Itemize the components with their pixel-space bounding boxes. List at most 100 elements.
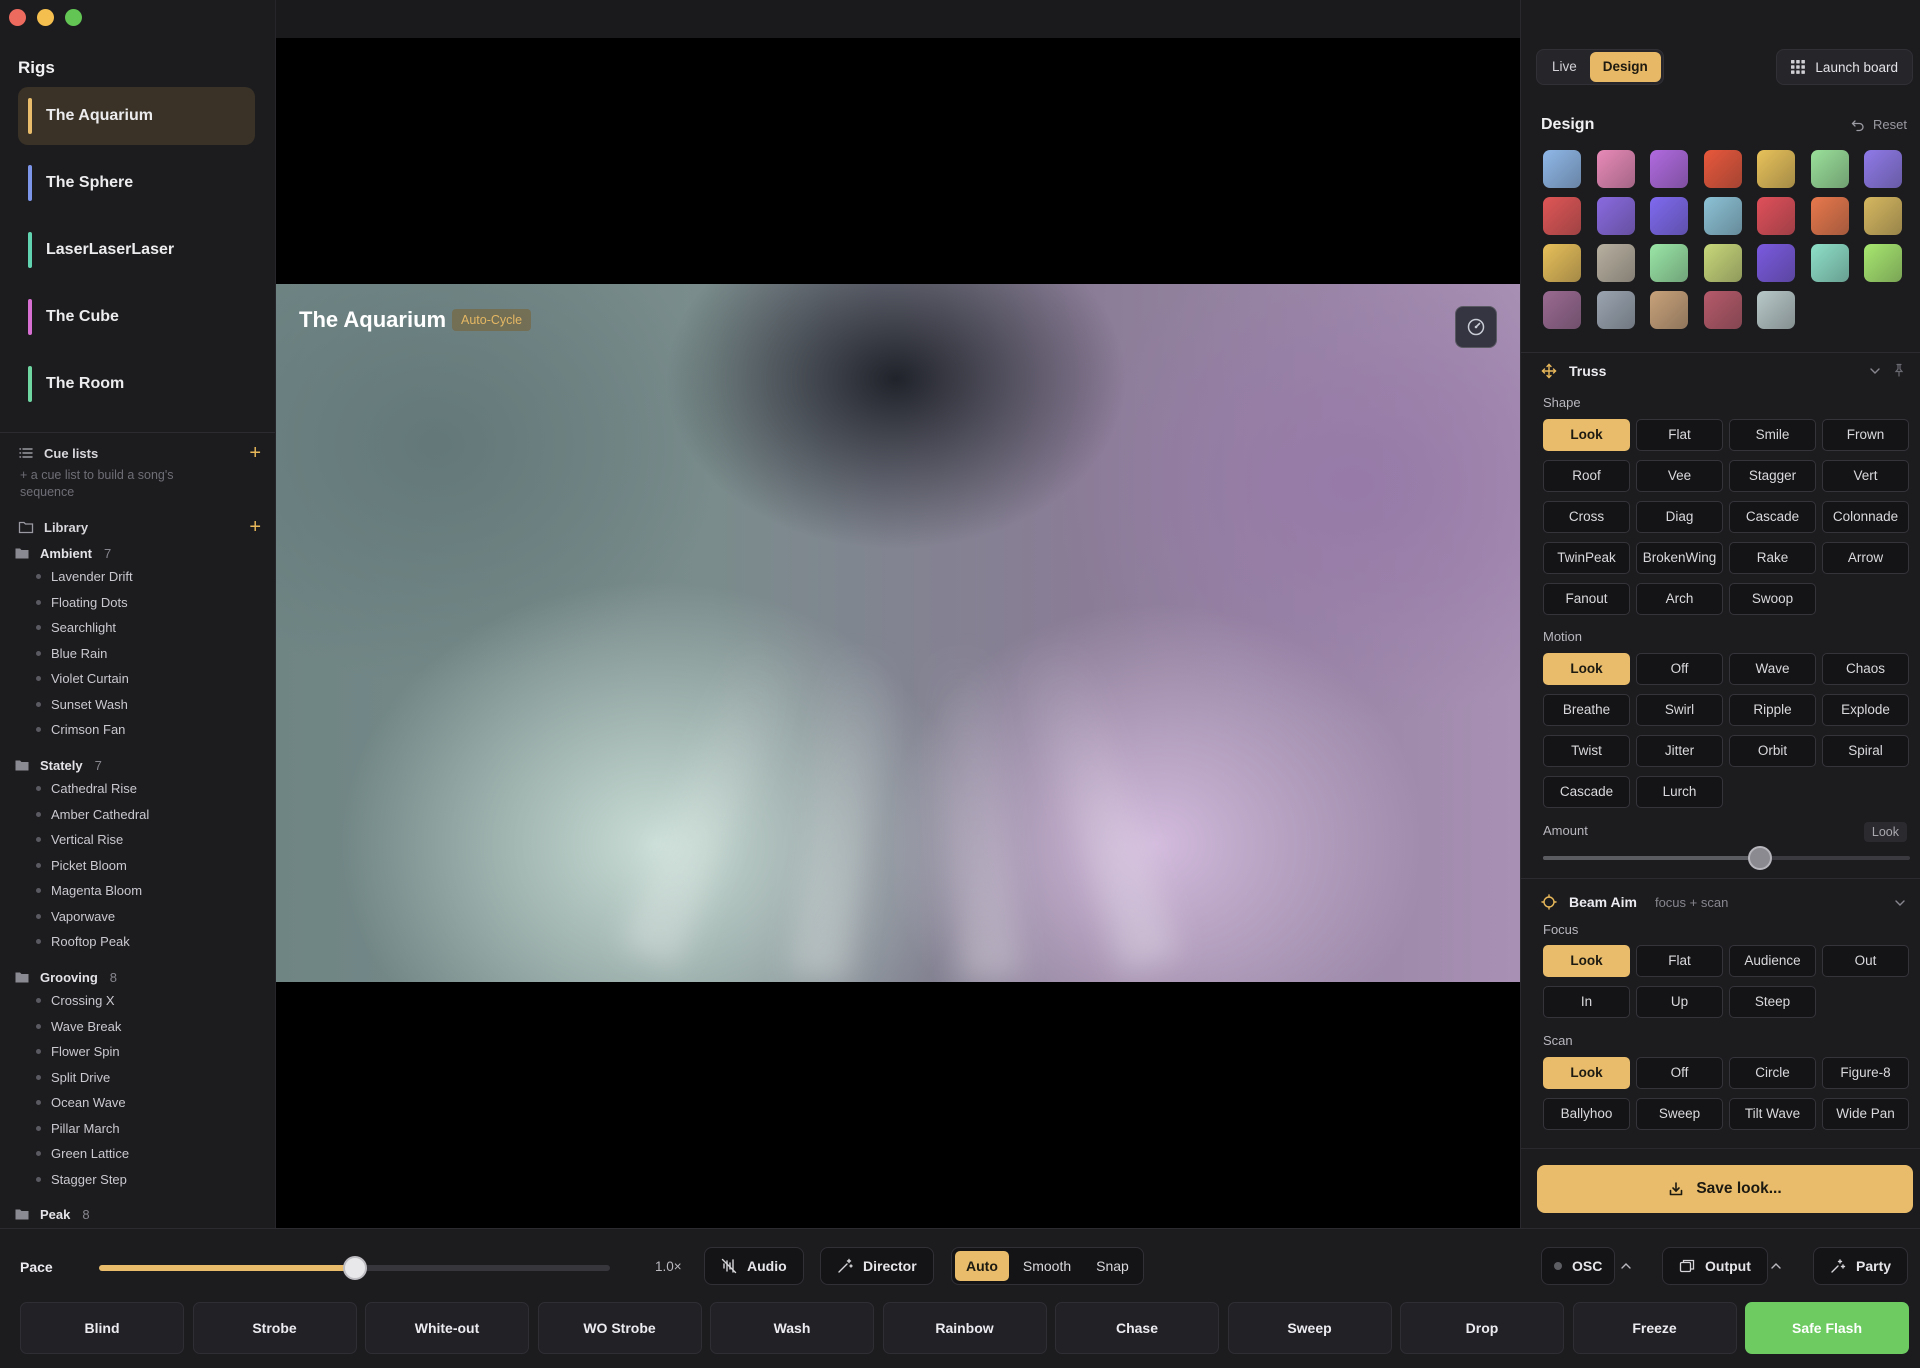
add-cue-list-button[interactable]: + bbox=[249, 443, 261, 463]
rig-item[interactable]: The Aquarium bbox=[18, 87, 255, 145]
library-item[interactable]: Picket Bloom bbox=[36, 858, 127, 873]
auto-cycle-badge[interactable]: Auto-Cycle bbox=[452, 309, 532, 331]
focus-option[interactable]: Flat bbox=[1636, 945, 1723, 977]
shape-option[interactable]: Vee bbox=[1636, 460, 1723, 492]
focus-option[interactable]: Audience bbox=[1729, 945, 1816, 977]
palette-swatch[interactable] bbox=[1596, 244, 1635, 282]
rig-item[interactable]: The Cube bbox=[18, 288, 255, 346]
shape-option[interactable]: BrokenWing bbox=[1636, 542, 1723, 574]
scan-option[interactable]: Wide Pan bbox=[1822, 1098, 1909, 1130]
scan-option[interactable]: Ballyhoo bbox=[1543, 1098, 1630, 1130]
motion-option[interactable]: Lurch bbox=[1636, 776, 1723, 808]
action-blind-button[interactable]: Blind bbox=[20, 1302, 184, 1354]
motion-option[interactable]: Spiral bbox=[1822, 735, 1909, 767]
palette-swatch[interactable] bbox=[1703, 291, 1742, 329]
action-drop-button[interactable]: Drop bbox=[1400, 1302, 1564, 1354]
motion-option[interactable]: Wave bbox=[1729, 653, 1816, 685]
palette-swatch[interactable] bbox=[1650, 244, 1688, 282]
motion-option[interactable]: Breathe bbox=[1543, 694, 1630, 726]
shape-option[interactable]: Stagger bbox=[1729, 460, 1816, 492]
add-library-button[interactable]: + bbox=[249, 517, 261, 537]
shape-option[interactable]: TwinPeak bbox=[1543, 542, 1630, 574]
mode-snap[interactable]: Snap bbox=[1085, 1251, 1140, 1281]
amount-slider-handle[interactable] bbox=[1747, 846, 1772, 870]
library-item[interactable]: Amber Cathedral bbox=[36, 807, 149, 822]
amount-slider[interactable] bbox=[1543, 846, 1910, 870]
shape-option[interactable]: Cross bbox=[1543, 501, 1630, 533]
tab-live[interactable]: Live bbox=[1539, 52, 1590, 82]
palette-swatch[interactable] bbox=[1703, 197, 1742, 235]
motion-option[interactable]: Explode bbox=[1822, 694, 1909, 726]
motion-option[interactable]: Look bbox=[1543, 653, 1630, 685]
library-item[interactable]: Sunset Wash bbox=[36, 697, 128, 712]
tab-design[interactable]: Design bbox=[1589, 52, 1661, 82]
motion-option[interactable]: Off bbox=[1636, 653, 1723, 685]
library-item[interactable]: Crimson Fan bbox=[36, 722, 125, 737]
library-item[interactable]: Split Drive bbox=[36, 1070, 110, 1085]
launch-board-button[interactable]: Launch board bbox=[1776, 49, 1913, 85]
palette-swatch[interactable] bbox=[1596, 150, 1635, 188]
shape-option[interactable]: Flat bbox=[1636, 419, 1723, 451]
focus-option[interactable]: In bbox=[1543, 986, 1630, 1018]
rig-item[interactable]: The Sphere bbox=[18, 154, 255, 212]
palette-swatch[interactable] bbox=[1757, 150, 1795, 188]
palette-swatch[interactable] bbox=[1543, 291, 1581, 329]
shape-option[interactable]: Vert bbox=[1822, 460, 1909, 492]
palette-swatch[interactable] bbox=[1650, 150, 1688, 188]
palette-swatch[interactable] bbox=[1864, 150, 1902, 188]
action-wo-strobe-button[interactable]: WO Strobe bbox=[537, 1302, 702, 1354]
palette-swatch[interactable] bbox=[1650, 197, 1688, 235]
truss-collapse-button[interactable] bbox=[1868, 364, 1882, 383]
scan-option[interactable]: Sweep bbox=[1636, 1098, 1723, 1130]
palette-swatch[interactable] bbox=[1596, 197, 1635, 235]
reset-button[interactable]: Reset bbox=[1851, 117, 1907, 132]
output-expand-button[interactable] bbox=[1759, 1247, 1793, 1285]
motion-option[interactable]: Orbit bbox=[1729, 735, 1816, 767]
palette-swatch[interactable] bbox=[1543, 150, 1581, 188]
beam-aim-collapse-button[interactable] bbox=[1893, 896, 1907, 915]
mode-smooth[interactable]: Smooth bbox=[1012, 1251, 1082, 1281]
rig-item[interactable]: LaserLaserLaser bbox=[18, 221, 255, 279]
palette-swatch[interactable] bbox=[1864, 197, 1902, 235]
zoom-window-button[interactable] bbox=[65, 9, 82, 26]
output-button[interactable]: Output bbox=[1662, 1247, 1768, 1285]
library-item[interactable]: Wave Break bbox=[36, 1019, 121, 1034]
library-group[interactable]: Peak 8 bbox=[14, 1206, 90, 1222]
shape-option[interactable]: Arrow bbox=[1822, 542, 1909, 574]
scan-option[interactable]: Figure-8 bbox=[1822, 1057, 1909, 1089]
focus-option[interactable]: Look bbox=[1543, 945, 1630, 977]
shape-option[interactable]: Smile bbox=[1729, 419, 1816, 451]
scan-option[interactable]: Circle bbox=[1729, 1057, 1816, 1089]
palette-swatch[interactable] bbox=[1864, 244, 1902, 282]
library-item[interactable]: Green Lattice bbox=[36, 1146, 129, 1161]
palette-swatch[interactable] bbox=[1703, 244, 1742, 282]
library-item[interactable]: Crossing X bbox=[36, 993, 115, 1008]
close-window-button[interactable] bbox=[9, 9, 26, 26]
library-item[interactable]: Vertical Rise bbox=[36, 832, 123, 847]
action-safe-flash-button[interactable]: Safe Flash bbox=[1745, 1302, 1909, 1354]
action-wash-button[interactable]: Wash bbox=[710, 1302, 874, 1354]
motion-option[interactable]: Jitter bbox=[1636, 735, 1723, 767]
rig-preview[interactable]: The Aquarium Auto-Cycle bbox=[276, 284, 1520, 982]
motion-option[interactable]: Twist bbox=[1543, 735, 1630, 767]
minimize-window-button[interactable] bbox=[37, 9, 54, 26]
palette-swatch[interactable] bbox=[1757, 291, 1795, 329]
focus-option[interactable]: Out bbox=[1822, 945, 1909, 977]
library-item[interactable]: Stagger Step bbox=[36, 1172, 127, 1187]
palette-swatch[interactable] bbox=[1757, 244, 1795, 282]
library-item[interactable]: Lavender Drift bbox=[36, 569, 133, 584]
action-white-out-button[interactable]: White-out bbox=[365, 1302, 529, 1354]
library-item[interactable]: Magenta Bloom bbox=[36, 883, 142, 898]
action-rainbow-button[interactable]: Rainbow bbox=[882, 1302, 1047, 1354]
osc-button[interactable]: OSC bbox=[1541, 1247, 1616, 1285]
audio-button[interactable]: Audio bbox=[704, 1247, 804, 1285]
library-item[interactable]: Cathedral Rise bbox=[36, 781, 137, 796]
library-item[interactable]: Ocean Wave bbox=[36, 1095, 126, 1110]
palette-swatch[interactable] bbox=[1703, 150, 1742, 188]
pace-slider-handle[interactable] bbox=[342, 1256, 367, 1280]
party-button[interactable]: Party bbox=[1813, 1247, 1909, 1285]
shape-option[interactable]: Rake bbox=[1729, 542, 1816, 574]
shape-option[interactable]: Frown bbox=[1822, 419, 1909, 451]
mode-auto[interactable]: Auto bbox=[955, 1251, 1009, 1281]
library-item[interactable]: Flower Spin bbox=[36, 1044, 120, 1059]
